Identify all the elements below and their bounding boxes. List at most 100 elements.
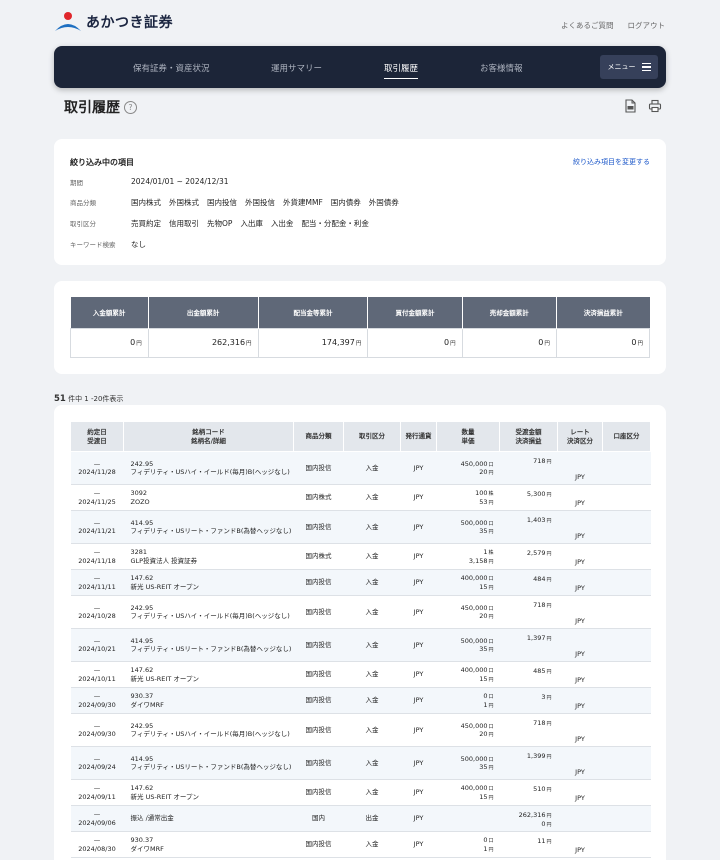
security-cell: 147.62 新光 US-REIT オープン xyxy=(123,779,294,806)
filter-label: 取引区分 xyxy=(70,220,96,228)
filter-heading: 絞り込み中の項目 xyxy=(70,158,134,167)
transaction-type-cell: 出金 xyxy=(343,805,401,832)
trade-date-cell: —2024/10/28 xyxy=(70,595,124,629)
table-row: —2024/11/11 147.62 新光 US-REIT オープン 国内投信 入金 JP… xyxy=(70,569,651,596)
account-type-cell xyxy=(602,746,651,780)
amount-cell: 718円 xyxy=(499,595,558,629)
currency-cell: JPY xyxy=(400,746,437,780)
amount-cell: 3円 xyxy=(499,687,558,714)
summary-value: 0円 xyxy=(461,327,557,358)
rate-cell: JPY xyxy=(557,779,603,806)
filter-value: 国内投信 xyxy=(207,198,237,207)
filter-card: 絞り込み中の項目 絞り込み項目を変更する 期間 2024/01/01 ~ 202… xyxy=(54,139,666,265)
table-row: —2024/11/28 242.95 フィデリティ・USハイ・イールド(毎月)B(ヘ… xyxy=(70,451,651,485)
table-row: —2024/08/30 930.37 ダイワMRF 国内投信 入金 JPY 0口 1円 11円 J… xyxy=(70,831,651,858)
security-cell: 3281 GLP投資法人 投資証券 xyxy=(123,543,294,570)
account-type-cell xyxy=(602,543,651,570)
trade-date-cell: —2024/11/18 xyxy=(70,543,124,570)
transaction-type-cell: 入金 xyxy=(343,713,401,747)
product-category-cell: 国内株式 xyxy=(293,543,344,570)
filter-value: 2024/01/01 ~ 2024/12/31 xyxy=(131,177,229,186)
security-cell: 147.62 新光 US-REIT オープン xyxy=(123,661,294,688)
column-header: 数量 単価 xyxy=(436,421,500,452)
filter-label: キーワード検索 xyxy=(70,241,116,249)
rate-cell: JPY xyxy=(557,713,603,747)
account-type-cell xyxy=(602,451,651,485)
brand-logo[interactable]: あかつき証券 xyxy=(54,11,173,33)
rate-cell: JPY xyxy=(557,569,603,596)
currency-cell: JPY xyxy=(400,451,437,485)
nav-summary[interactable]: 運用サマリー xyxy=(271,62,322,74)
product-category-cell: 国内株式 xyxy=(293,484,344,511)
currency-cell: JPY xyxy=(400,510,437,544)
product-category-cell: 国内投信 xyxy=(293,746,344,780)
account-type-cell xyxy=(602,569,651,596)
trade-date-cell: —2024/11/11 xyxy=(70,569,124,596)
product-category-cell: 国内投信 xyxy=(293,595,344,629)
account-type-cell xyxy=(602,779,651,806)
filter-value: なし xyxy=(131,240,146,249)
account-type-cell xyxy=(602,831,651,858)
product-category-cell: 国内投信 xyxy=(293,661,344,688)
product-category-cell: 国内投信 xyxy=(293,569,344,596)
table-row: —2024/09/30 930.37 ダイワMRF 国内投信 入金 JPY 0口 1円 3円 JP… xyxy=(70,687,651,714)
trade-date-cell: —2024/09/06 xyxy=(70,805,124,832)
rate-cell xyxy=(557,805,603,832)
help-icon[interactable]: ? xyxy=(124,100,137,114)
filter-value: 外国投信 xyxy=(245,198,275,207)
csv-download-icon[interactable] xyxy=(623,99,637,113)
change-filter-link[interactable]: 絞り込み項目を変更する xyxy=(573,157,650,167)
quantity-price-cell: 400,000口 15円 xyxy=(436,779,500,806)
trade-date-cell: —2024/09/30 xyxy=(70,713,124,747)
transaction-type-cell: 入金 xyxy=(343,543,401,570)
transaction-type-cell: 入金 xyxy=(343,595,401,629)
security-cell: 3092 ZOZO xyxy=(123,484,294,511)
filter-value: 先物OP xyxy=(207,219,233,228)
trade-date-cell: —2024/10/21 xyxy=(70,628,124,662)
amount-cell: 262,316円 0円 xyxy=(499,805,558,832)
print-icon[interactable] xyxy=(648,99,662,113)
nav-customer-info[interactable]: お客様情報 xyxy=(480,62,523,74)
menu-button[interactable]: メニュー xyxy=(600,55,658,79)
quantity-price-cell: 400,000口 15円 xyxy=(436,661,500,688)
column-header: 口座区分 xyxy=(602,421,651,452)
summary-value: 0円 xyxy=(555,327,651,358)
quantity-price-cell: 0口 1円 xyxy=(436,831,500,858)
currency-cell: JPY xyxy=(400,628,437,662)
security-cell: 930.37 ダイワMRF xyxy=(123,687,294,714)
transaction-type-cell: 入金 xyxy=(343,451,401,485)
logout-link[interactable]: ログアウト xyxy=(628,20,666,31)
amount-cell: 2,579円 xyxy=(499,543,558,570)
table-row: —2024/11/18 3281 GLP投資法人 投資証券 国内株式 入金 JPY 1株 3,… xyxy=(70,543,651,570)
faq-link[interactable]: よくあるご質問 xyxy=(561,20,614,31)
trade-date-cell: —2024/11/28 xyxy=(70,451,124,485)
currency-cell: JPY xyxy=(400,595,437,629)
product-category-cell: 国内投信 xyxy=(293,451,344,485)
currency-cell: JPY xyxy=(400,661,437,688)
column-header: レート 決済区分 xyxy=(557,421,603,452)
transaction-table: 約定日 受渡日 銘柄コード 銘柄名/詳細 商品分類 取引区分 発行通貨 数量 単価 受渡金額 決済損… xyxy=(70,421,651,858)
trade-date-cell: —2024/09/11 xyxy=(70,779,124,806)
filter-value: 国内債券 xyxy=(330,198,361,207)
transaction-type-cell: 入金 xyxy=(343,746,401,780)
summary-header: 入金額累計 xyxy=(70,297,149,328)
quantity-price-cell: 500,000口 35円 xyxy=(436,510,500,544)
transaction-type-cell: 入金 xyxy=(343,510,401,544)
summary-value: 174,397円 xyxy=(257,327,369,358)
table-row: —2024/09/06 振込 /通常出金 国内 出金 JPY 262,316円 0円 xyxy=(70,805,651,832)
amount-cell: 5,300円 xyxy=(499,484,558,511)
table-row: —2024/10/28 242.95 フィデリティ・USハイ・イールド(毎月)B(ヘ… xyxy=(70,595,651,629)
main-nav: 保有証券・資産状況 運用サマリー 取引履歴 お客様情報 メニュー xyxy=(54,46,666,88)
nav-history[interactable]: 取引履歴 xyxy=(384,62,419,79)
account-type-cell xyxy=(602,687,651,714)
column-header: 銘柄コード 銘柄名/詳細 xyxy=(123,421,294,452)
currency-cell: JPY xyxy=(400,569,437,596)
rate-cell: JPY xyxy=(557,687,603,714)
rate-cell: JPY xyxy=(557,510,603,544)
nav-holdings[interactable]: 保有証券・資産状況 xyxy=(133,62,210,74)
filter-row-type: 取引区分 売買約定 信用取引 先物OP 入出庫 入出金 配当・分配金・利金 xyxy=(70,218,369,229)
summary-value: 0円 xyxy=(367,327,463,358)
summary-value: 262,316円 xyxy=(147,327,259,358)
account-type-cell xyxy=(602,805,651,832)
page-title: 取引履歴 ? xyxy=(64,97,137,117)
